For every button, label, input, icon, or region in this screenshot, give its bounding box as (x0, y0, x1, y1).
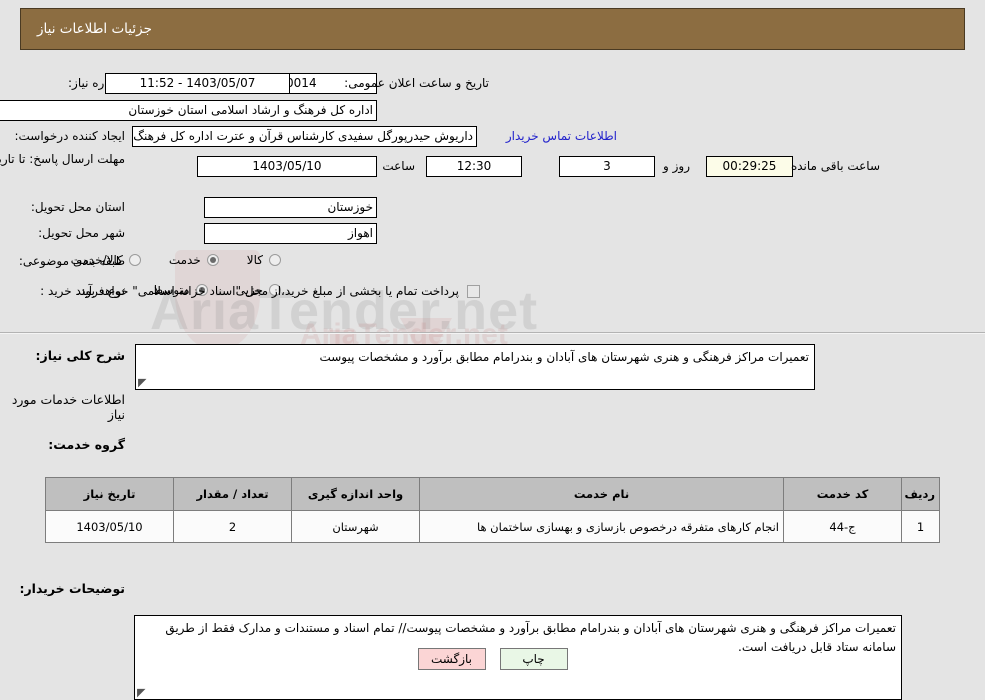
resize-handle-icon-notes[interactable]: ◥ (137, 686, 147, 699)
radio-icon-goods[interactable] (269, 254, 281, 266)
cell-unit: شهرستان (291, 510, 420, 543)
announce-datetime-value: 1403/05/07 - 11:52 (105, 73, 290, 94)
general-description-label: شرح کلی نیاز: (35, 348, 125, 363)
general-description-box[interactable]: تعمیرات مراکز فرهنگی و هنری شهرستان های … (135, 344, 815, 390)
category-radio-service[interactable]: خدمت (167, 253, 223, 267)
col-header-service-code: کد خدمت (783, 477, 902, 511)
countdown-timer-label: ساعت باقی مانده (790, 159, 880, 173)
treasury-bonds-checkbox[interactable] (467, 284, 480, 298)
deadline-date-value: 1403/05/10 (197, 156, 377, 177)
cell-service-code: ج-44 (783, 510, 902, 543)
back-button[interactable]: بازگشت (417, 648, 486, 670)
col-header-unit: واحد اندازه گیری (291, 477, 420, 511)
services-table: ردیف کد خدمت نام خدمت واحد اندازه گیری ت… (45, 477, 940, 543)
cell-need-date: 1403/05/10 (45, 510, 174, 543)
service-group-label-wrap: گروه خدمت: (48, 437, 125, 452)
deadline-hour-value: 12:30 (426, 156, 522, 177)
buyer-contact-link[interactable]: اطلاعات تماس خریدار (506, 129, 617, 143)
category-radio-goods[interactable]: کالا (245, 253, 285, 267)
col-header-quantity: تعداد / مقدار (173, 477, 292, 511)
general-description-value: تعمیرات مراکز فرهنگی و هنری شهرستان های … (319, 350, 809, 364)
page-title: جزئیات اطلاعات نیاز (37, 21, 152, 37)
category-radio-service-label: خدمت (168, 253, 201, 267)
divider-top (0, 332, 985, 334)
remaining-days-label: روز و (663, 159, 690, 173)
action-buttons: چاپ بازگشت (0, 648, 985, 670)
buyer-notes-label: توضیحات خریدار: (19, 581, 125, 596)
announce-datetime-label: تاریخ و ساعت اعلان عمومی: (344, 76, 489, 90)
cell-row-number: 1 (901, 510, 940, 543)
treasury-bonds-label: پرداخت تمام یا بخشی از مبلغ خرید،از محل … (76, 284, 459, 298)
category-radio-goods-service[interactable]: کالا/خدمت (69, 253, 145, 267)
remaining-days-value: 3 (559, 156, 655, 177)
countdown-timer-value: 00:29:25 (706, 156, 793, 177)
deadline-label: مهلت ارسال پاسخ: تا تاریخ: (0, 152, 125, 166)
col-header-need-date: تاریخ نیاز (45, 477, 174, 511)
services-section-title: اطلاعات خدمات مورد نیاز (11, 392, 125, 422)
general-description-label-wrap: شرح کلی نیاز: (36, 348, 125, 363)
need-info-form: شماره نیاز: 1103005335000014 تاریخ و ساع… (0, 62, 985, 327)
delivery-province-value: خوزستان (204, 197, 377, 218)
services-table-wrap: ردیف کد خدمت نام خدمت واحد اندازه گیری ت… (45, 477, 940, 543)
services-section-title-wrap: اطلاعات خدمات مورد نیاز (0, 392, 125, 422)
page-header: جزئیات اطلاعات نیاز (20, 8, 965, 50)
resize-handle-icon[interactable]: ◥ (138, 376, 148, 389)
radio-icon-goods-service[interactable] (128, 254, 141, 266)
request-creator-label: ایجاد کننده درخواست: (14, 129, 125, 143)
buyer-org-value: اداره کل فرهنگ و ارشاد اسلامی استان خوزس… (0, 100, 377, 121)
deadline-hour-label: ساعت (382, 159, 415, 173)
col-header-service-name: نام خدمت (419, 477, 784, 511)
radio-icon-service[interactable] (206, 254, 219, 266)
buyer-notes-label-wrap: توضیحات خریدار: (19, 581, 125, 596)
delivery-province-label: استان محل تحویل: (30, 200, 125, 214)
cell-quantity: 2 (173, 510, 292, 543)
table-header-row: ردیف کد خدمت نام خدمت واحد اندازه گیری ت… (45, 477, 940, 511)
service-group-label: گروه خدمت: (48, 437, 125, 452)
delivery-city-label: شهر محل تحویل: (38, 226, 125, 240)
table-row: 1 ج-44 انجام کارهای متفرقه درخصوص بازساز… (45, 510, 940, 543)
category-radio-goods-label: کالا (246, 253, 263, 267)
print-button[interactable]: چاپ (499, 648, 568, 670)
col-header-row: ردیف (901, 477, 940, 511)
delivery-city-value: اهواز (204, 223, 377, 244)
cell-service-name: انجام کارهای متفرقه درخصوص بازسازی و بهس… (419, 510, 784, 543)
request-creator-value: داریوش حیدرپورگل سفیدی کارشناس قرآن و عت… (132, 126, 477, 147)
category-radio-goods-service-label: کالا/خدمت (70, 253, 123, 267)
